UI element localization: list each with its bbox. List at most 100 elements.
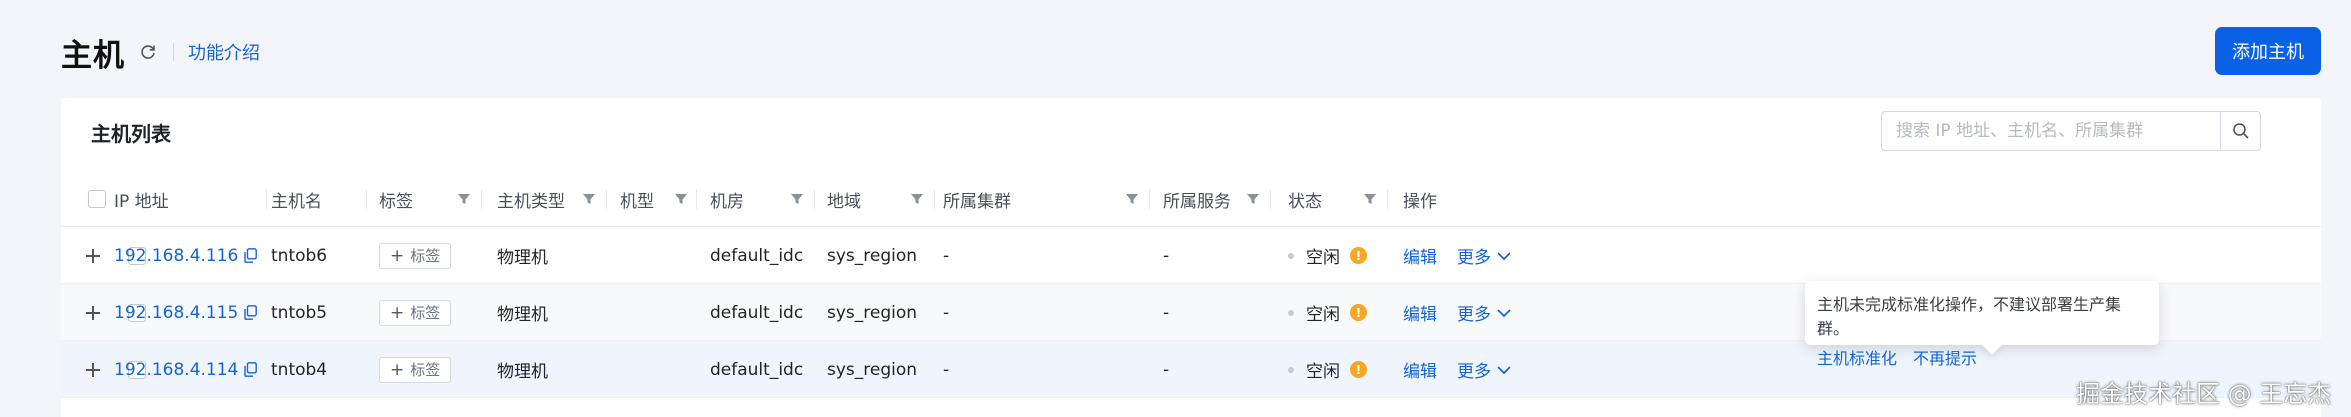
hostname-cell: tntob5 xyxy=(271,302,328,323)
standardize-link[interactable]: 主机标准化 xyxy=(1817,345,1897,369)
card-title: 主机列表 xyxy=(91,122,171,146)
tag-cell: + 标签 xyxy=(379,341,452,398)
status-dot xyxy=(1288,309,1294,316)
col-ip: IP 地址 xyxy=(114,171,267,227)
expand-icon[interactable] xyxy=(86,362,100,377)
actions-cell: 编辑 更多 xyxy=(1403,227,1511,284)
search-icon xyxy=(2232,123,2249,139)
col-hostname-label: 主机名 xyxy=(271,191,322,212)
service-cell: - xyxy=(1163,245,1170,266)
col-region-label: 地域 xyxy=(827,191,861,212)
edit-link[interactable]: 编辑 xyxy=(1403,300,1437,325)
idc-cell: default_idc xyxy=(710,245,804,266)
col-cluster: 所属集群 xyxy=(943,171,1150,227)
col-host-type: 主机类型 xyxy=(497,171,607,227)
edit-link[interactable]: 编辑 xyxy=(1403,357,1437,382)
filter-icon[interactable] xyxy=(675,193,687,205)
status-label: 空闲 xyxy=(1306,362,1340,382)
refresh-icon[interactable] xyxy=(137,41,159,63)
copy-icon[interactable] xyxy=(244,305,258,320)
watermark: 掘金技术社区 @ 王忘杰 xyxy=(2076,380,2332,408)
filter-icon[interactable] xyxy=(458,193,470,205)
status-label: 空闲 xyxy=(1306,248,1340,268)
actions-cell: 编辑 更多 xyxy=(1403,341,1511,398)
host-type-cell: 物理机 xyxy=(497,305,548,325)
region-cell: sys_region xyxy=(827,245,918,266)
col-status-label: 状态 xyxy=(1288,191,1322,212)
select-all-checkbox[interactable] xyxy=(88,190,106,208)
add-tag-button[interactable]: + 标签 xyxy=(379,356,452,383)
region-cell: sys_region xyxy=(827,359,918,380)
chevron-down-icon xyxy=(1497,251,1511,260)
host-type-cell: 物理机 xyxy=(497,248,548,268)
add-tag-button[interactable]: + 标签 xyxy=(379,242,452,269)
page-header: 主机 功能介绍 xyxy=(61,30,2311,74)
chevron-down-icon xyxy=(1497,308,1511,317)
col-service-label: 所属服务 xyxy=(1163,191,1231,212)
col-cluster-label: 所属集群 xyxy=(943,191,1011,212)
add-tag-button[interactable]: + 标签 xyxy=(379,299,452,326)
feature-intro-link[interactable]: 功能介绍 xyxy=(188,39,260,65)
filter-icon[interactable] xyxy=(1126,193,1138,205)
col-service: 所属服务 xyxy=(1163,171,1271,227)
col-model: 机型 xyxy=(620,171,697,227)
ip-link[interactable]: 192.168.4.114 xyxy=(114,360,238,380)
filter-icon[interactable] xyxy=(1247,193,1259,205)
col-tag-label: 标签 xyxy=(379,191,413,212)
status-label: 空闲 xyxy=(1306,305,1340,325)
ip-cell: 192.168.4.114 xyxy=(114,341,258,398)
service-cell: - xyxy=(1163,302,1170,323)
host-type-cell: 物理机 xyxy=(497,362,548,382)
col-host-type-label: 主机类型 xyxy=(497,191,565,212)
filter-icon[interactable] xyxy=(911,193,923,205)
col-idc-label: 机房 xyxy=(710,191,744,212)
cluster-cell: - xyxy=(943,359,950,380)
col-idc: 机房 xyxy=(710,171,815,227)
filter-icon[interactable] xyxy=(791,193,803,205)
status-dot xyxy=(1288,366,1294,373)
col-hostname: 主机名 xyxy=(271,171,367,227)
select-all-cell xyxy=(88,171,108,227)
status-cell: 空闲 ! xyxy=(1288,227,1367,284)
cluster-cell: - xyxy=(943,245,950,266)
ip-link[interactable]: 192.168.4.115 xyxy=(114,303,238,323)
status-cell: 空闲 ! xyxy=(1288,341,1367,398)
hostname-cell: tntob6 xyxy=(271,245,328,266)
more-link[interactable]: 更多 xyxy=(1457,357,1511,382)
col-tag: 标签 xyxy=(379,171,482,227)
tag-cell: + 标签 xyxy=(379,227,452,284)
page-title: 主机 xyxy=(61,37,125,74)
expand-icon[interactable] xyxy=(86,305,100,320)
hostname-cell: tntob4 xyxy=(271,359,328,380)
search-input[interactable] xyxy=(1882,112,2220,150)
col-actions-label: 操作 xyxy=(1403,191,1437,212)
search-button[interactable] xyxy=(2220,112,2260,150)
copy-icon[interactable] xyxy=(244,248,258,263)
filter-icon[interactable] xyxy=(583,193,595,205)
more-link[interactable]: 更多 xyxy=(1457,300,1511,325)
dismiss-link[interactable]: 不再提示 xyxy=(1913,345,1977,369)
col-status: 状态 xyxy=(1288,171,1388,227)
ip-link[interactable]: 192.168.4.116 xyxy=(114,246,238,266)
table-row: 192.168.4.116 tntob6 + 标签 物理机 default_idc… xyxy=(61,227,2321,284)
copy-icon[interactable] xyxy=(244,362,258,377)
idc-cell: default_idc xyxy=(710,359,804,380)
col-actions: 操作 xyxy=(1403,171,1483,227)
add-host-button[interactable]: 添加主机 xyxy=(2215,27,2321,75)
actions-cell: 编辑 更多 xyxy=(1403,284,1511,341)
edit-link[interactable]: 编辑 xyxy=(1403,243,1437,268)
standardize-tooltip: 主机未完成标准化操作，不建议部署生产集群。 主机标准化 不再提示 xyxy=(1805,281,2159,368)
region-cell: sys_region xyxy=(827,302,918,323)
warning-icon[interactable]: ! xyxy=(1350,304,1367,321)
host-list-card: 主机列表 IP 地址 主机名 标签 主机类型 xyxy=(61,98,2321,417)
more-link[interactable]: 更多 xyxy=(1457,243,1511,268)
cluster-cell: - xyxy=(943,302,950,323)
service-cell: - xyxy=(1163,359,1170,380)
tooltip-message: 主机未完成标准化操作，不建议部署生产集群。 xyxy=(1817,295,2122,338)
warning-icon[interactable]: ! xyxy=(1350,361,1367,378)
warning-icon[interactable]: ! xyxy=(1350,247,1367,264)
filter-icon[interactable] xyxy=(1364,193,1376,205)
col-ip-label: IP 地址 xyxy=(114,191,169,212)
status-cell: 空闲 ! xyxy=(1288,284,1367,341)
ip-cell: 192.168.4.115 xyxy=(114,284,258,341)
